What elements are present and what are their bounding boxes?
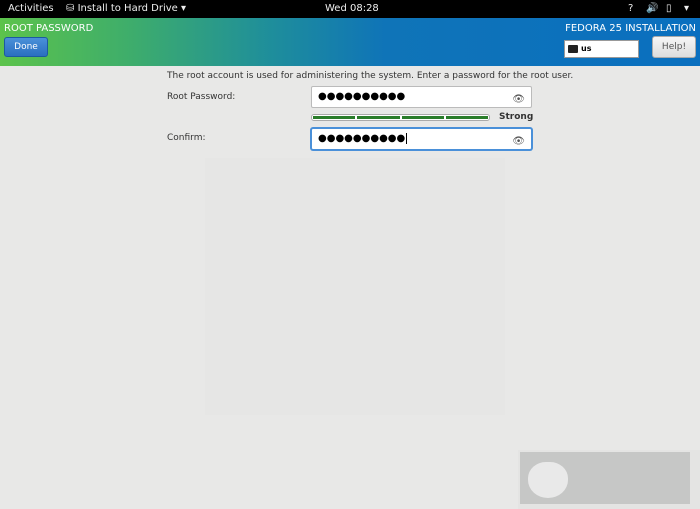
keyboard-icon (568, 45, 578, 53)
show-password-eye-icon[interactable]: 👁 (512, 132, 525, 151)
top-bar: Activities ⛁ Install to Hard Drive ▾ Wed… (0, 0, 700, 18)
clock[interactable]: Wed 08:28 (325, 3, 379, 14)
confirm-password-input[interactable]: ●●●●●●●●●● 👁 (311, 128, 532, 150)
system-menu-chevron-icon[interactable]: ▾ (684, 3, 689, 14)
done-button[interactable]: Done (4, 37, 48, 57)
header: ROOT PASSWORD FEDORA 25 INSTALLATION Don… (0, 18, 700, 66)
description: The root account is used for administeri… (167, 71, 574, 81)
keyboard-layout-label: us (581, 44, 592, 53)
app-menu[interactable]: ⛁ Install to Hard Drive ▾ (66, 3, 186, 14)
strength-label: Strong (499, 112, 534, 122)
content-area (205, 158, 505, 415)
keyboard-layout-indicator[interactable]: us (564, 40, 639, 58)
show-password-eye-icon[interactable]: 👁 (512, 90, 525, 109)
help-button[interactable]: Help! (652, 36, 696, 58)
battery-icon[interactable]: ▯ (666, 3, 672, 14)
page-title: ROOT PASSWORD (4, 23, 94, 34)
activities-button[interactable]: Activities (8, 3, 54, 14)
strength-segment (357, 116, 400, 119)
product-title: FEDORA 25 INSTALLATION (565, 23, 696, 34)
confirm-label: Confirm: (167, 133, 206, 143)
volume-icon[interactable]: 🔊 (646, 3, 658, 14)
mascot-icon (528, 462, 568, 498)
strength-segment (445, 116, 488, 119)
root-password-input[interactable]: ●●●●●●●●●● 👁 (311, 86, 532, 108)
root-password-label: Root Password: (167, 92, 236, 102)
text-cursor (406, 133, 408, 144)
help-icon[interactable]: ? (628, 3, 633, 14)
root-password-value: ●●●●●●●●●● (318, 91, 406, 102)
password-strength-meter (311, 114, 490, 121)
strength-segment (313, 116, 356, 119)
confirm-password-value: ●●●●●●●●●● (318, 133, 406, 144)
strength-segment (401, 116, 444, 119)
app-menu-label: Install to Hard Drive (77, 3, 178, 14)
